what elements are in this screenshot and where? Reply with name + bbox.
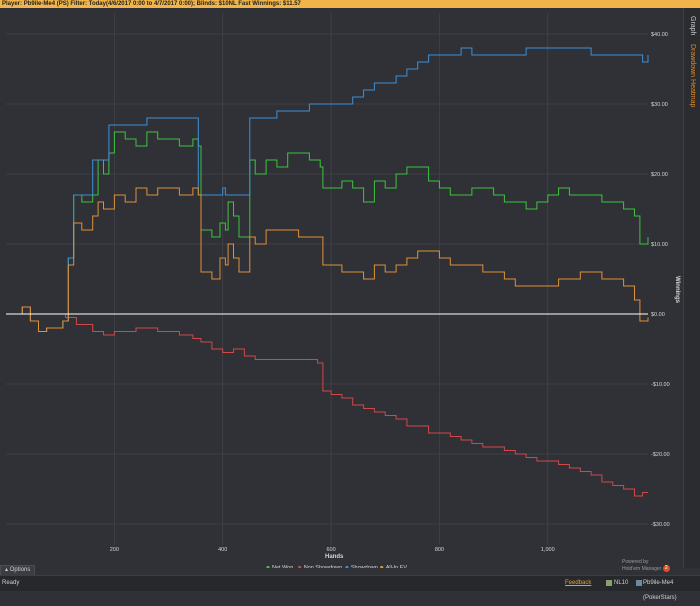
legend-label: All-In EV [386,565,408,568]
winnings-label: Winnings: [252,1,282,7]
legend-label: Non Showdown [304,565,343,568]
winnings-value: $11.57 [282,1,301,7]
y-axis-label: Winnings [674,276,680,304]
header-bar: Player: Pb9ile-Me4 (PS) Filter: Today(4/… [0,0,700,8]
x-tick-label: 1,000 [541,547,555,553]
right-side-tabs: Graph Drawdown Heatmap [683,8,700,568]
limit-icon [606,580,612,586]
chart-background [0,8,683,568]
filter-value[interactable]: Today(4/6/2017 0:00 to 4/7/2017 0:00); B… [89,1,251,7]
player-value: Pb9ile-Me4 (PS) [23,1,69,7]
player-icon [636,580,642,586]
x-tick-label: 200 [110,547,119,553]
tab-drawdown-heatmap[interactable]: Drawdown Heatmap [689,44,696,107]
y-tick-label: -$10.00 [651,382,670,388]
y-tick-label: -$20.00 [651,452,670,458]
options-label: Options [9,567,31,573]
status-bar: Ready Feedback NL10 Pb9ile-Me4 (PokerSta… [0,575,700,601]
player-label: Player: [2,1,23,7]
powered-by: Powered by Hold'em Manager 2 [622,559,670,572]
powered-by-brand: Hold'em Manager [622,565,662,572]
legend-label: Net Won [272,565,293,568]
legend-label: Showdown [351,565,378,568]
filter-label: Filter: [70,1,88,7]
x-tick-label: 800 [435,547,444,553]
y-tick-label: $30.00 [651,102,668,108]
player-label-status[interactable]: Pb9ile-Me4 (PokerStars) [643,576,700,606]
feedback-link[interactable]: Feedback [565,576,591,591]
chevron-up-icon: ▴ [5,567,9,573]
status-text: Ready [2,580,20,586]
x-tick-label: 400 [218,547,227,553]
y-tick-label: $40.00 [651,32,668,38]
legend: Net Won Non Showdown Showdown All-In EV [266,565,407,568]
tab-graph[interactable]: Graph [689,16,696,35]
hm2-logo-icon: 2 [662,565,670,572]
y-tick-label: $20.00 [651,172,668,178]
x-axis-label: Hands [325,554,344,560]
limit-label[interactable]: NL10 [614,576,628,591]
winnings-chart: $40.00 $30.00 $20.00 $10.00 $0.00 -$10.00 -$20… [0,8,683,568]
x-tick-label: 600 [326,547,335,553]
y-tick-label: $0.00 [651,312,665,318]
y-tick-label: $10.00 [651,242,668,248]
y-tick-label: -$30.00 [651,522,670,528]
